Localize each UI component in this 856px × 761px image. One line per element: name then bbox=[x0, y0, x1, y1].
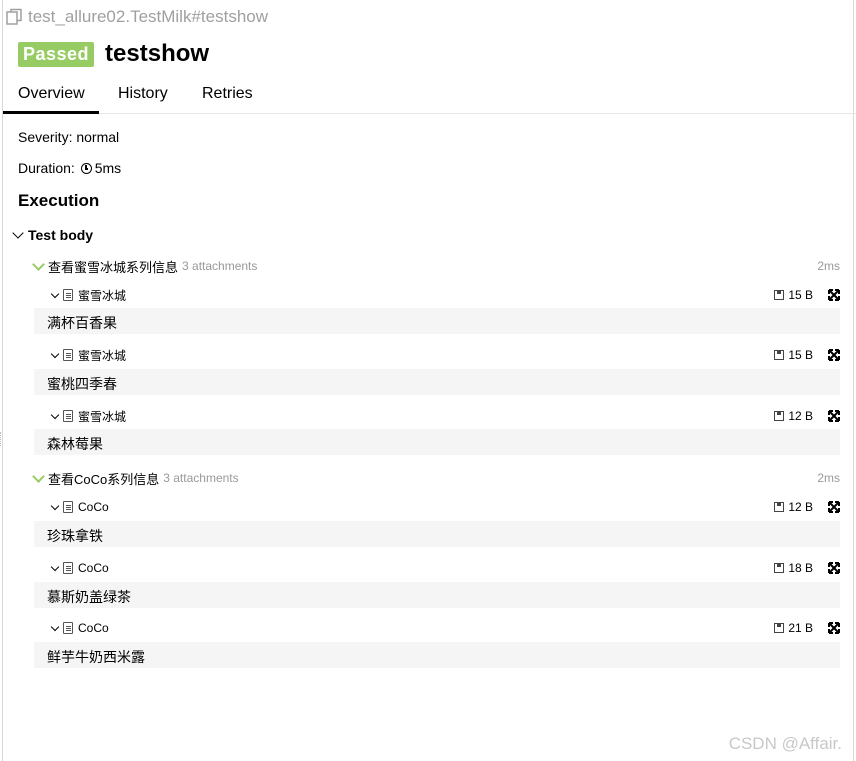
chevron-down-icon bbox=[50, 349, 60, 358]
step-name: 查看蜜雪冰城系列信息 bbox=[48, 259, 179, 275]
chevron-down-icon bbox=[32, 257, 45, 271]
attachment-row[interactable]: 蜜雪冰城 12 B bbox=[50, 406, 840, 426]
expand-icon[interactable] bbox=[828, 349, 840, 361]
chevron-down-icon bbox=[50, 562, 60, 571]
attachment-row[interactable]: 蜜雪冰城 15 B bbox=[50, 285, 840, 305]
attachment-size: 15 B bbox=[774, 348, 813, 362]
save-icon bbox=[774, 502, 785, 512]
attachment-size-value: 18 B bbox=[788, 561, 813, 575]
attachment-row[interactable]: CoCo 21 B bbox=[50, 618, 840, 638]
tab-retries[interactable]: Retries bbox=[187, 80, 268, 114]
clock-icon bbox=[80, 163, 92, 174]
expand-icon[interactable] bbox=[828, 410, 840, 422]
attachment-size: 15 B bbox=[774, 288, 813, 302]
document-icon bbox=[63, 501, 73, 513]
tab-bar: Overview History Retries bbox=[3, 80, 856, 114]
document-icon bbox=[63, 622, 73, 634]
attachment-size: 12 B bbox=[774, 500, 813, 514]
attachment-size-value: 21 B bbox=[788, 621, 813, 635]
attachment-size-value: 15 B bbox=[788, 288, 813, 302]
status-badge: Passed bbox=[18, 41, 95, 67]
chevron-down-icon bbox=[50, 501, 60, 510]
attachment-size-value: 12 B bbox=[788, 500, 813, 514]
pane-resize-handle[interactable] bbox=[0, 432, 2, 446]
document-icon bbox=[63, 410, 73, 422]
attachment-size: 21 B bbox=[774, 621, 813, 635]
step-attachments-count: 3 attachments bbox=[163, 471, 239, 485]
step-duration: 2ms bbox=[817, 471, 840, 485]
document-icon bbox=[63, 289, 73, 301]
document-icon bbox=[63, 349, 73, 361]
chevron-down-icon bbox=[12, 227, 24, 239]
expand-icon[interactable] bbox=[828, 289, 840, 301]
attachment-content: 鲜芋牛奶西米露 bbox=[34, 642, 840, 668]
duration-value: 5ms bbox=[94, 160, 122, 176]
title-row: Passed testshow bbox=[18, 40, 209, 68]
expand-icon[interactable] bbox=[828, 562, 840, 574]
execution-heading: Execution bbox=[18, 191, 100, 210]
attachment-row[interactable]: CoCo 18 B bbox=[50, 558, 840, 578]
test-body-label: Test body bbox=[28, 227, 94, 243]
watermark: CSDN @Affair. bbox=[728, 734, 842, 753]
attachment-content: 森林莓果 bbox=[34, 429, 840, 455]
breadcrumb-text: test_allure02.TestMilk#testshow bbox=[28, 7, 269, 26]
breadcrumb: test_allure02.TestMilk#testshow bbox=[6, 7, 268, 27]
copy-icon[interactable] bbox=[6, 8, 23, 26]
chevron-down-icon bbox=[50, 410, 60, 419]
attachment-size-value: 15 B bbox=[788, 348, 813, 362]
attachment-size: 18 B bbox=[774, 561, 813, 575]
step-attachments-count: 3 attachments bbox=[182, 259, 258, 273]
save-icon bbox=[774, 350, 785, 360]
step-name: 查看CoCo系列信息 bbox=[48, 471, 160, 487]
step-duration: 2ms bbox=[817, 259, 840, 273]
chevron-down-icon bbox=[50, 289, 60, 298]
attachment-name: CoCo bbox=[78, 500, 109, 514]
duration-field: Duration: 5ms bbox=[18, 160, 121, 176]
chevron-down-icon bbox=[50, 622, 60, 631]
save-icon bbox=[774, 290, 785, 300]
tab-overview[interactable]: Overview bbox=[3, 80, 99, 114]
step-row[interactable]: 查看CoCo系列信息 3 attachments 2ms bbox=[32, 468, 840, 488]
document-icon bbox=[63, 562, 73, 574]
attachment-name: 蜜雪冰城 bbox=[78, 288, 127, 303]
page-title: testshow bbox=[105, 40, 210, 67]
step-row[interactable]: 查看蜜雪冰城系列信息 3 attachments 2ms bbox=[32, 256, 840, 276]
attachment-content: 满杯百香果 bbox=[34, 308, 840, 334]
duration-label: Duration: bbox=[18, 160, 75, 176]
attachment-name: CoCo bbox=[78, 621, 109, 635]
attachment-content: 珍珠拿铁 bbox=[34, 521, 840, 547]
attachment-size-value: 12 B bbox=[788, 409, 813, 423]
attachment-content: 蜜桃四季春 bbox=[34, 369, 840, 395]
save-icon bbox=[774, 411, 785, 421]
attachment-row[interactable]: CoCo 12 B bbox=[50, 497, 840, 517]
chevron-down-icon bbox=[32, 469, 45, 483]
attachment-row[interactable]: 蜜雪冰城 15 B bbox=[50, 345, 840, 365]
attachment-content: 慕斯奶盖绿茶 bbox=[34, 582, 840, 608]
tab-history[interactable]: History bbox=[103, 80, 183, 114]
save-icon bbox=[774, 623, 785, 633]
attachment-name: CoCo bbox=[78, 561, 109, 575]
severity-field: Severity: normal bbox=[18, 129, 120, 145]
expand-icon[interactable] bbox=[828, 622, 840, 634]
attachment-name: 蜜雪冰城 bbox=[78, 348, 127, 363]
save-icon bbox=[774, 563, 785, 573]
attachment-name: 蜜雪冰城 bbox=[78, 409, 127, 424]
test-body-toggle[interactable]: Test body bbox=[12, 227, 93, 243]
expand-icon[interactable] bbox=[828, 501, 840, 513]
attachment-size: 12 B bbox=[774, 409, 813, 423]
